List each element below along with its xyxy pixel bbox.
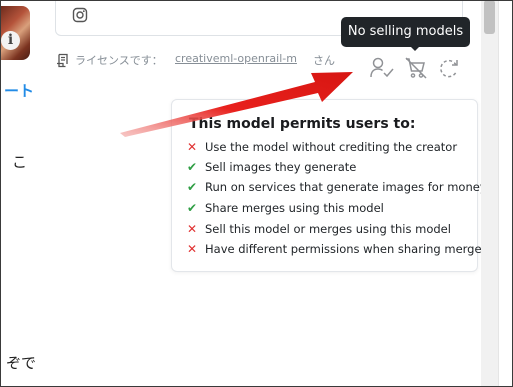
permission-text: Run on services that generate images for…: [205, 180, 487, 194]
allowed-check-icon: ✔: [187, 180, 198, 194]
page-edge: [498, 0, 513, 387]
tooltip: No selling models: [341, 17, 470, 47]
instagram-icon[interactable]: [72, 7, 88, 23]
left-text-fragment: こ: [12, 153, 28, 171]
allowed-check-icon: ✔: [187, 201, 198, 215]
scrollbar-thumb[interactable]: [484, 0, 495, 34]
scrollbar-track[interactable]: [481, 0, 498, 387]
cart-off-icon[interactable]: [403, 56, 429, 80]
permission-text: Sell images they generate: [205, 160, 357, 174]
info-icon[interactable]: i: [1, 31, 20, 50]
document-license-icon: [56, 53, 69, 68]
disallowed-x-icon: ✕: [187, 222, 198, 236]
tooltip-arrow: [410, 46, 420, 51]
annotation-arrow-icon: [120, 72, 353, 137]
permission-text: Sell this model or merges using this mod…: [205, 222, 451, 236]
disallowed-x-icon: ✕: [187, 242, 198, 256]
left-link-text[interactable]: ート: [4, 80, 34, 101]
permission-text: Have different permissions when sharing …: [205, 242, 488, 256]
allowed-check-icon: ✔: [187, 160, 198, 174]
left-text-fragment: ぞで: [6, 354, 37, 372]
model-image-thumbnail[interactable]: i: [0, 6, 30, 60]
refresh-dashed-icon[interactable]: [436, 56, 462, 80]
permission-text: Share merges using this model: [205, 201, 384, 215]
